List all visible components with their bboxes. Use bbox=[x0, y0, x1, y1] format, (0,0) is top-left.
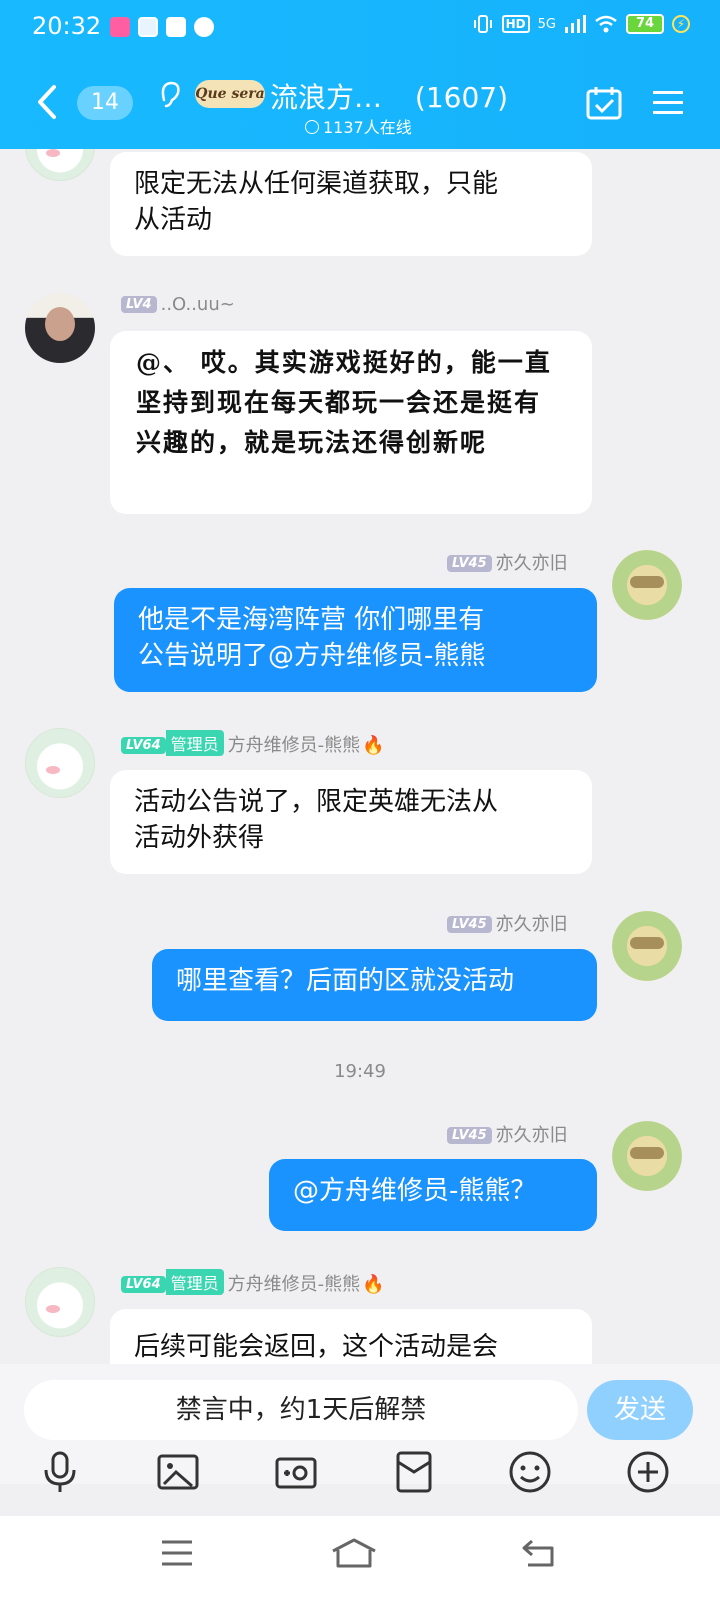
fire-icon: 🔥 bbox=[362, 735, 385, 756]
sender-name[interactable]: ..O..uu~ bbox=[161, 294, 235, 315]
level-badge: LV64 bbox=[121, 737, 166, 754]
message-bubble[interactable]: 限定无法从任何渠道获取，只能 从活动 bbox=[110, 152, 592, 256]
avatar[interactable] bbox=[612, 1121, 682, 1191]
notification-icons bbox=[110, 17, 214, 37]
member-count: (1607) bbox=[414, 81, 509, 114]
avatar[interactable] bbox=[25, 1267, 95, 1337]
vibrate-icon bbox=[473, 15, 492, 33]
input-toolbar bbox=[0, 1450, 720, 1510]
home-icon[interactable] bbox=[330, 1538, 378, 1568]
level-badge: LV45 bbox=[447, 555, 492, 572]
sender-info: LV4 ..O..uu~ bbox=[121, 294, 235, 315]
camera-icon[interactable] bbox=[274, 1450, 318, 1494]
back-arrow-icon[interactable] bbox=[36, 84, 58, 120]
online-status: 1137人在线 bbox=[305, 114, 412, 138]
network-label: 5G bbox=[537, 16, 556, 32]
message-list[interactable]: 限定无法从任何渠道获取，只能 从活动 LV4 ..O..uu~ @、 哎。其实游戏… bbox=[0, 149, 720, 1364]
message-bubble[interactable]: 后续可能会返回，这个活动是会 bbox=[110, 1309, 592, 1364]
admin-badge: 管理员 bbox=[165, 730, 224, 756]
ear-icon[interactable] bbox=[158, 80, 182, 117]
status-bar: 20:32 HD 5G 74 ⚡ bbox=[0, 0, 720, 56]
avatar[interactable] bbox=[25, 293, 95, 363]
sender-info: LV64 管理员 方舟维修员-熊熊 🔥 bbox=[121, 1269, 385, 1296]
plus-icon[interactable] bbox=[626, 1450, 670, 1494]
avatar[interactable] bbox=[612, 550, 682, 620]
level-badge: LV4 bbox=[121, 296, 157, 313]
avatar[interactable] bbox=[612, 911, 682, 981]
sender-name[interactable]: 亦久亦旧 bbox=[496, 1125, 568, 1146]
sender-info: LV64 管理员 方舟维修员-熊熊 🔥 bbox=[121, 730, 385, 757]
group-name: 流浪方… bbox=[270, 81, 383, 114]
unread-count-badge[interactable]: 14 bbox=[77, 86, 133, 120]
message-bubble[interactable]: @、 哎。其实游戏挺好的，能一直坚持到现在每天都玩一会还是挺有兴趣的，就是玩法还… bbox=[110, 331, 592, 514]
message-bubble[interactable]: 活动公告说了，限定英雄无法从 活动外获得 bbox=[110, 770, 592, 874]
book-icon bbox=[166, 17, 186, 37]
sender-info: LV45 亦久亦旧 bbox=[447, 549, 568, 575]
sender-info: LV45 亦久亦旧 bbox=[447, 1121, 568, 1147]
wifi-icon bbox=[595, 15, 617, 33]
app-notification-icon bbox=[138, 17, 158, 37]
fire-icon: 🔥 bbox=[362, 1274, 385, 1295]
level-badge: LV45 bbox=[447, 916, 492, 933]
group-logo: Que sera bbox=[195, 80, 265, 108]
microphone-icon[interactable] bbox=[38, 1450, 82, 1494]
avatar[interactable] bbox=[25, 728, 95, 798]
chat-header: 20:32 HD 5G 74 ⚡ 14 Que sera 流浪方… (1607)… bbox=[0, 0, 720, 149]
calendar-check-icon[interactable] bbox=[586, 86, 622, 120]
system-navigation-bar bbox=[0, 1516, 720, 1600]
sender-name[interactable]: 方舟维修员-熊熊 bbox=[228, 735, 361, 756]
message-bubble[interactable]: 哪里查看？后面的区就没活动 bbox=[152, 949, 597, 1021]
app-notification-icon bbox=[194, 17, 214, 37]
sender-info: LV45 亦久亦旧 bbox=[447, 910, 568, 936]
group-title[interactable]: 流浪方… (1607) bbox=[270, 76, 508, 116]
online-check-icon bbox=[305, 120, 319, 134]
charging-icon: ⚡ bbox=[672, 15, 690, 33]
sender-name[interactable]: 亦久亦旧 bbox=[496, 553, 568, 574]
message-bubble[interactable]: 他是不是海湾阵营 你们哪里有 公告说明了@方舟维修员-熊熊 bbox=[114, 588, 597, 692]
red-packet-icon[interactable] bbox=[392, 1450, 436, 1494]
online-count: 1137人在线 bbox=[323, 118, 412, 137]
sender-name[interactable]: 亦久亦旧 bbox=[496, 914, 568, 935]
signal-icon bbox=[565, 15, 586, 33]
app-notification-icon bbox=[110, 17, 130, 37]
level-badge: LV45 bbox=[447, 1127, 492, 1144]
hd-badge: HD bbox=[501, 15, 530, 33]
image-icon[interactable] bbox=[156, 1450, 200, 1494]
back-nav-icon[interactable] bbox=[520, 1538, 556, 1568]
avatar[interactable] bbox=[25, 149, 95, 181]
emoji-icon[interactable] bbox=[508, 1450, 552, 1494]
menu-icon[interactable] bbox=[653, 90, 683, 116]
message-timestamp: 19:49 bbox=[334, 1061, 386, 1082]
admin-badge: 管理员 bbox=[165, 1269, 224, 1295]
battery-icon: 74 bbox=[626, 14, 664, 34]
status-time: 20:32 bbox=[32, 12, 102, 40]
message-bubble[interactable]: @方舟维修员-熊熊？ bbox=[269, 1159, 597, 1231]
level-badge: LV64 bbox=[121, 1276, 166, 1293]
recent-apps-icon[interactable] bbox=[160, 1538, 194, 1568]
system-icons: HD 5G 74 ⚡ bbox=[472, 14, 690, 34]
send-button[interactable]: 发送 bbox=[587, 1380, 693, 1440]
muted-input-field[interactable]: 禁言中，约1天后解禁 bbox=[24, 1380, 578, 1440]
sender-name[interactable]: 方舟维修员-熊熊 bbox=[228, 1274, 361, 1295]
